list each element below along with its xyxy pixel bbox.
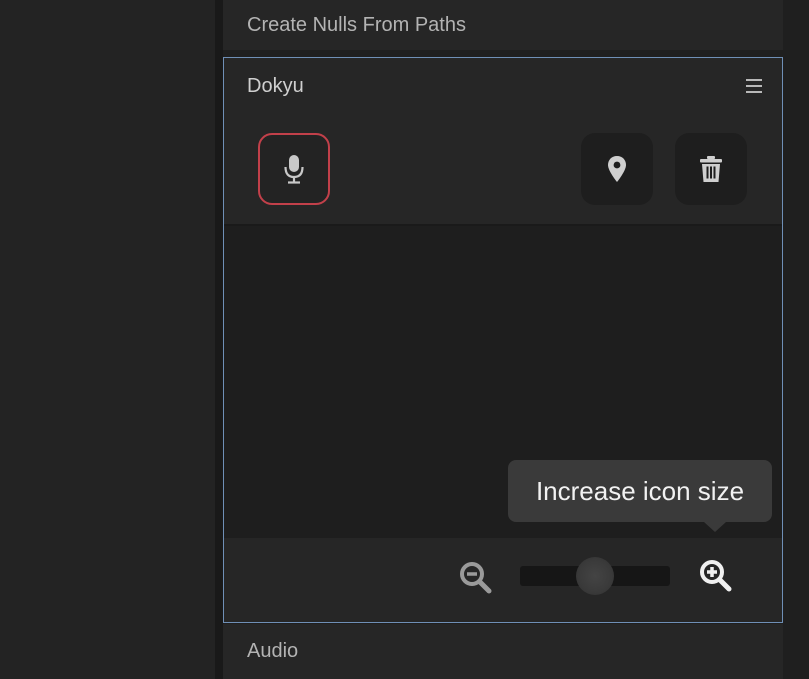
zoom-out-button[interactable] (458, 560, 494, 596)
audio-panel-title: Audio (247, 640, 299, 662)
slider-thumb[interactable] (576, 557, 614, 595)
zoom-in-button[interactable] (698, 558, 734, 594)
microphone-button[interactable] (258, 133, 330, 205)
dokyu-panel: Dokyu Increase icon size (223, 57, 783, 623)
tooltip-text: Increase icon size (535, 475, 745, 506)
zoom-bar (224, 538, 782, 622)
zoom-out-icon (460, 562, 492, 594)
audio-panel-header[interactable]: Audio (223, 624, 783, 679)
create-nulls-panel-title: Create Nulls From Paths (247, 13, 466, 36)
left-empty-pane (0, 0, 215, 679)
trash-icon (700, 156, 722, 182)
dokyu-title-bar: Dokyu (224, 58, 782, 114)
location-pin-button[interactable] (581, 133, 653, 205)
icon-size-slider[interactable] (520, 557, 670, 595)
delete-button[interactable] (675, 133, 747, 205)
hamburger-menu-icon[interactable] (746, 79, 762, 93)
dokyu-toolbar (224, 114, 782, 226)
zoom-in-icon (700, 560, 732, 592)
location-pin-icon (608, 156, 626, 182)
dokyu-panel-title: Dokyu (247, 74, 304, 97)
tooltip: Increase icon size (508, 460, 772, 522)
pane-divider[interactable] (215, 0, 223, 679)
microphone-icon (284, 155, 304, 184)
tooltip-arrow (704, 522, 726, 532)
create-nulls-panel-header[interactable]: Create Nulls From Paths (223, 0, 783, 50)
